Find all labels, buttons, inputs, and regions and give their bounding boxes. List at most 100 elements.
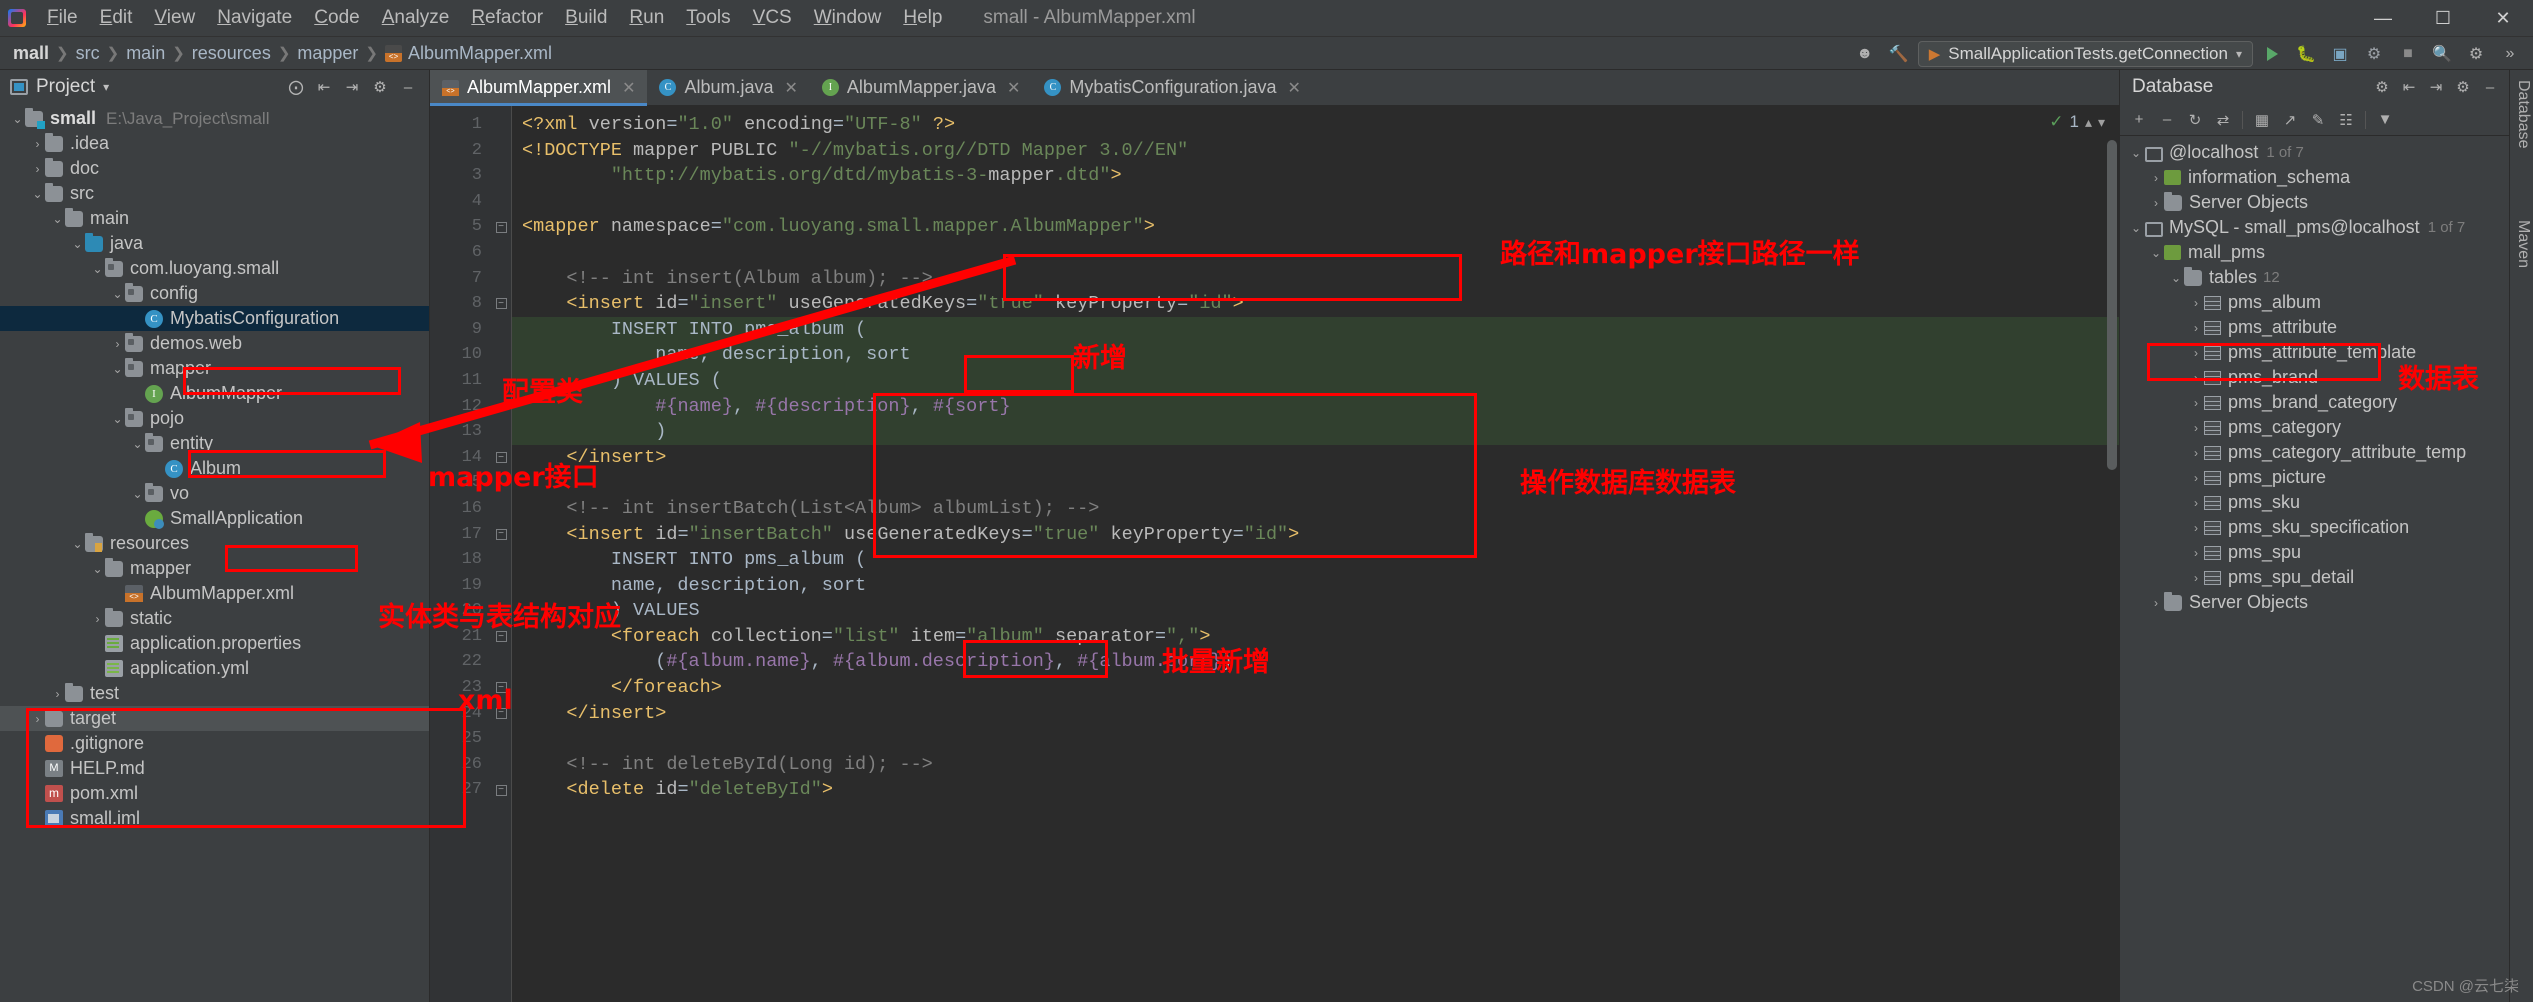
chevron-right-icon[interactable]: › <box>2188 321 2204 335</box>
menu-run[interactable]: Run <box>618 4 675 33</box>
fold-marker[interactable] <box>490 163 512 189</box>
menu-file[interactable]: File <box>36 4 89 33</box>
profile-icon[interactable]: ⚙ <box>2359 41 2389 67</box>
editor-tab-album-java[interactable]: C Album.java ✕ <box>647 70 809 105</box>
breadcrumb-item-1[interactable]: src <box>69 43 107 64</box>
chevron-right-icon[interactable]: › <box>30 712 45 726</box>
expand-all-icon[interactable]: ⇤ <box>311 74 337 100</box>
project-tree-item[interactable]: › .idea <box>0 131 429 156</box>
minimize-button[interactable]: — <box>2353 0 2413 37</box>
strip-label-maven[interactable]: Maven <box>2514 220 2532 268</box>
project-tree-item[interactable]: ⌄ com.luoyang.small <box>0 256 429 281</box>
code-line[interactable]: ) VALUES <box>512 598 2119 624</box>
project-tree-item[interactable]: ⌄ java <box>0 231 429 256</box>
code-line[interactable]: (#{album.name}, #{album.description}, #{… <box>512 649 2119 675</box>
maximize-button[interactable]: ☐ <box>2413 0 2473 37</box>
chevron-right-icon[interactable]: › <box>2148 596 2164 610</box>
chevron-right-icon[interactable]: › <box>2188 296 2204 310</box>
fold-marker[interactable] <box>490 342 512 368</box>
chevron-right-icon[interactable]: › <box>30 162 45 176</box>
collapse-all-icon[interactable]: ⇥ <box>339 74 365 100</box>
chevron-right-icon[interactable]: › <box>2188 396 2204 410</box>
close-icon[interactable]: ✕ <box>1288 78 1301 98</box>
gear-icon[interactable]: ⚙ <box>2461 41 2491 67</box>
chevron-down-icon[interactable]: ⌄ <box>2128 146 2144 160</box>
database-tree-item[interactable]: › pms_category_attribute_temp <box>2120 440 2509 465</box>
database-tree[interactable]: ⌄ @localhost 1 of 7 › information_schema › Ser… <box>2120 136 2509 1002</box>
breadcrumb-item-5[interactable]: AlbumMapper.xml <box>378 43 559 64</box>
hammer-icon[interactable]: 🔨 <box>1884 41 1914 67</box>
code-editor[interactable]: 1 2 3 4 5 6 7 8 9 10 11 12 13 14 15 16 17 18 19 20 21 22 23 24 2… <box>430 106 2119 1002</box>
code-line[interactable]: name, description, sort <box>512 573 2119 599</box>
chevron-right-icon[interactable]: › <box>2188 546 2204 560</box>
database-tree-item[interactable]: › pms_spu <box>2120 540 2509 565</box>
code-line[interactable]: ) <box>512 419 2119 445</box>
menu-analyze[interactable]: Analyze <box>371 4 461 33</box>
code-line[interactable]: <insert id="insert" useGeneratedKeys="tr… <box>512 291 2119 317</box>
fold-marker[interactable] <box>490 419 512 445</box>
fold-marker[interactable] <box>490 112 512 138</box>
menu-build[interactable]: Build <box>554 4 618 33</box>
project-tree-item[interactable]: ›application.properties <box>0 631 429 656</box>
jump-icon[interactable]: ↗ <box>2277 107 2303 133</box>
fold-marker[interactable] <box>490 189 512 215</box>
chevron-down-icon[interactable]: ⌄ <box>110 362 125 376</box>
project-tree-item[interactable]: ›small.iml <box>0 806 429 831</box>
database-tree-item[interactable]: › pms_sku_specification <box>2120 515 2509 540</box>
chevron-down-icon[interactable]: ⌄ <box>70 537 85 551</box>
breadcrumb-item-3[interactable]: resources <box>185 43 278 64</box>
add-icon[interactable]: + <box>2126 107 2152 133</box>
code-line[interactable]: <delete id="deleteById"> <box>512 777 2119 803</box>
code-line[interactable]: INSERT INTO pms_album ( <box>512 547 2119 573</box>
project-tree-item[interactable]: ⌄ mapper <box>0 356 429 381</box>
user-icon[interactable]: ☻ <box>1850 41 1880 67</box>
menu-vcs[interactable]: VCS <box>742 4 803 33</box>
project-tree-item[interactable]: ›IAlbumMapper <box>0 381 429 406</box>
editor-scrollbar[interactable] <box>2105 140 2119 1002</box>
strip-label-database[interactable]: Database <box>2514 80 2532 149</box>
fold-marker[interactable]: − <box>490 522 512 548</box>
fold-marker[interactable] <box>490 547 512 573</box>
code-line[interactable]: <!-- int insertBatch(List<Album> albumLi… <box>512 496 2119 522</box>
fold-marker[interactable] <box>490 240 512 266</box>
code-content[interactable]: <?xml version="1.0" encoding="UTF-8" ?> <… <box>512 106 2119 1002</box>
run-configuration-selector[interactable]: ▶ SmallApplicationTests.getConnection ▾ <box>1917 40 2253 67</box>
chevron-down-icon[interactable]: ⌄ <box>70 237 85 251</box>
fold-marker[interactable] <box>490 649 512 675</box>
project-tree-item[interactable]: ›.gitignore <box>0 731 429 756</box>
search-icon[interactable]: 🔍 <box>2427 41 2457 67</box>
project-tree-item[interactable]: ›AlbumMapper.xml <box>0 581 429 606</box>
database-tree-item[interactable]: ⌄ @localhost 1 of 7 <box>2120 140 2509 165</box>
project-tree-item[interactable]: ›application.yml <box>0 656 429 681</box>
code-line[interactable]: <?xml version="1.0" encoding="UTF-8" ?> <box>512 112 2119 138</box>
fold-marker[interactable] <box>490 138 512 164</box>
settings-icon[interactable]: ⚙ <box>367 74 393 100</box>
database-tree-item[interactable]: › Server Objects <box>2120 590 2509 615</box>
code-line[interactable]: ) VALUES ( <box>512 367 2119 394</box>
close-icon[interactable]: ✕ <box>785 78 798 98</box>
project-tree-item[interactable]: ›SmallApplication <box>0 506 429 531</box>
code-line[interactable]: </insert> <box>512 445 2119 471</box>
chevron-down-icon[interactable]: ⌄ <box>2148 246 2164 260</box>
project-tree-item[interactable]: › static <box>0 606 429 631</box>
close-icon[interactable]: ✕ <box>1007 78 1020 98</box>
minus-icon[interactable]: – <box>2154 107 2180 133</box>
db-gear-icon[interactable]: ⚙ <box>2450 74 2476 100</box>
database-tree-item[interactable]: ⌄ MySQL - small_pms@localhost 1 of 7 <box>2120 215 2509 240</box>
run-icon[interactable] <box>2257 41 2287 67</box>
chevron-down-icon[interactable]: ⌄ <box>2128 221 2144 235</box>
project-tree-item[interactable]: ⌄ src <box>0 181 429 206</box>
fold-marker[interactable]: − <box>490 777 512 803</box>
code-line[interactable]: <!DOCTYPE mapper PUBLIC "-//mybatis.org/… <box>512 138 2119 164</box>
chevron-down-icon[interactable]: ⌄ <box>130 487 145 501</box>
code-line[interactable]: </insert> <box>512 701 2119 727</box>
project-tree-item[interactable]: ›CMybatisConfiguration <box>0 306 429 331</box>
breadcrumb-item-4[interactable]: mapper <box>290 43 365 64</box>
db-collapse-icon[interactable]: ⇥ <box>2423 74 2449 100</box>
menu-refactor[interactable]: Refactor <box>460 4 554 33</box>
menu-edit[interactable]: Edit <box>89 4 144 33</box>
chevron-down-icon[interactable]: ⌄ <box>110 287 125 301</box>
database-tree-item[interactable]: ⌄ mall_pms <box>2120 240 2509 265</box>
chevron-down-icon[interactable]: ⌄ <box>30 187 45 201</box>
project-tree-item[interactable]: ⌄ config <box>0 281 429 306</box>
